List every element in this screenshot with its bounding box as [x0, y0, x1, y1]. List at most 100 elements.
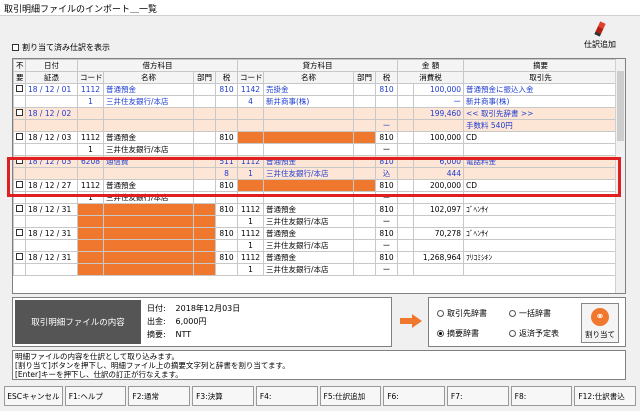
function-key-4[interactable]: F4:	[255, 386, 318, 406]
show-assigned-checkbox[interactable]	[12, 44, 19, 51]
credit-name-cell[interactable]	[263, 143, 354, 156]
credit-code-cell[interactable]: 1	[237, 263, 264, 276]
debit-tax-cell[interactable]	[215, 119, 238, 132]
function-key-1[interactable]: F1:ヘルプ	[64, 386, 127, 406]
tax-flag-cell[interactable]	[397, 251, 414, 264]
radio-repay-schedule[interactable]: 返済予定表	[509, 328, 559, 339]
debit-tax-cell[interactable]: 810	[215, 227, 238, 240]
row-checkbox-cell[interactable]	[13, 131, 26, 144]
credit-code-cell[interactable]	[237, 119, 264, 132]
date-cell[interactable]	[25, 215, 78, 228]
row-checkbox-cell[interactable]	[13, 83, 26, 96]
tax-flag-cell[interactable]	[397, 203, 414, 216]
debit-code-cell[interactable]	[77, 227, 104, 240]
summary-cell[interactable]	[463, 215, 619, 228]
credit-code-cell[interactable]	[237, 143, 264, 156]
credit-name-cell[interactable]	[263, 119, 354, 132]
row-checkbox[interactable]	[16, 229, 23, 236]
debit-tax-cell[interactable]	[215, 107, 238, 120]
date-cell[interactable]	[25, 95, 78, 108]
summary-cell[interactable]: ﾌﾘｺﾐｼｷﾝ	[463, 251, 619, 264]
debit-name-cell[interactable]	[103, 107, 194, 120]
radio-partner-dot[interactable]	[437, 310, 444, 317]
assign-button[interactable]: ⚭ 割り当て	[581, 303, 619, 343]
debit-dept-cell[interactable]	[193, 131, 216, 144]
radio-bulk-dict[interactable]: 一括辞書	[509, 308, 551, 319]
debit-code-cell[interactable]	[77, 239, 104, 252]
amount-cell[interactable]	[412, 215, 465, 228]
amount-cell[interactable]	[412, 239, 465, 252]
radio-partner-dict[interactable]: 取引先辞書	[437, 308, 487, 319]
credit-tax-cell[interactable]: 810	[375, 203, 398, 216]
radio-bulk-dot[interactable]	[509, 310, 516, 317]
row-checkbox-cell[interactable]	[13, 215, 26, 228]
row-checkbox[interactable]	[16, 205, 23, 212]
debit-code-cell[interactable]	[77, 263, 104, 276]
summary-cell[interactable]	[463, 263, 619, 276]
credit-tax-cell[interactable]: ー	[375, 263, 398, 276]
credit-tax-cell[interactable]: ー	[375, 239, 398, 252]
credit-tax-cell[interactable]: ー	[375, 215, 398, 228]
tax-flag-cell[interactable]	[397, 107, 414, 120]
credit-tax-cell[interactable]	[375, 95, 398, 108]
credit-code-cell[interactable]: 1112	[237, 203, 264, 216]
tax-flag-cell[interactable]	[397, 95, 414, 108]
table-row[interactable]: 1 三井住友銀行/本店 4 新井商事(株) ー新井商事(株)	[13, 95, 619, 108]
row-checkbox-cell[interactable]	[13, 107, 26, 120]
credit-name-cell[interactable]: 三井住友銀行/本店	[263, 263, 354, 276]
radio-repay-dot[interactable]	[509, 330, 516, 337]
debit-code-cell[interactable]	[77, 203, 104, 216]
debit-tax-cell[interactable]: 810	[215, 203, 238, 216]
date-cell[interactable]	[25, 119, 78, 132]
debit-dept-cell[interactable]	[193, 227, 216, 240]
tax-flag-cell[interactable]	[397, 215, 414, 228]
tax-flag-cell[interactable]	[397, 263, 414, 276]
credit-code-cell[interactable]	[237, 131, 264, 144]
debit-name-cell[interactable]	[103, 239, 194, 252]
function-key-2[interactable]: F2:通常	[128, 386, 191, 406]
amount-cell[interactable]	[412, 119, 465, 132]
credit-dept-cell[interactable]	[353, 143, 376, 156]
table-row[interactable]: 18 / 12 / 01 1112 普通預金 810 1142 売掛金 810 100,000…	[13, 83, 619, 96]
credit-dept-cell[interactable]	[353, 119, 376, 132]
credit-code-cell[interactable]: 1112	[237, 251, 264, 264]
credit-dept-cell[interactable]	[353, 251, 376, 264]
row-checkbox[interactable]	[16, 85, 23, 92]
tax-flag-cell[interactable]	[397, 227, 414, 240]
debit-dept-cell[interactable]	[193, 95, 216, 108]
summary-cell[interactable]: ｺﾞﾍﾝｻｲ	[463, 203, 619, 216]
credit-dept-cell[interactable]	[353, 263, 376, 276]
credit-tax-cell[interactable]: ー	[375, 119, 398, 132]
debit-dept-cell[interactable]	[193, 215, 216, 228]
amount-cell[interactable]: 102,097	[412, 203, 465, 216]
credit-dept-cell[interactable]	[353, 83, 376, 96]
summary-cell[interactable]: CD	[463, 131, 619, 144]
function-key-9[interactable]: F12:仕訳書込	[574, 386, 637, 406]
summary-cell[interactable]	[463, 239, 619, 252]
debit-tax-cell[interactable]	[215, 263, 238, 276]
debit-code-cell[interactable]: 1112	[77, 83, 104, 96]
credit-name-cell[interactable]: 三井住友銀行/本店	[263, 215, 354, 228]
debit-dept-cell[interactable]	[193, 203, 216, 216]
summary-cell[interactable]: << 取引先辞書 >>	[463, 107, 619, 120]
debit-dept-cell[interactable]	[193, 107, 216, 120]
credit-tax-cell[interactable]: 810	[375, 227, 398, 240]
debit-tax-cell[interactable]: 810	[215, 131, 238, 144]
date-cell[interactable]: 18 / 12 / 31	[25, 227, 78, 240]
credit-dept-cell[interactable]	[353, 131, 376, 144]
debit-code-cell[interactable]: 1	[77, 95, 104, 108]
credit-tax-cell[interactable]: 810	[375, 251, 398, 264]
function-key-6[interactable]: F6:	[383, 386, 445, 406]
radio-summary-dot[interactable]	[437, 330, 444, 337]
table-row[interactable]: 18 / 12 / 31 810 1112 普通預金 810 1,268,964 ﾌﾘｺﾐｼ…	[13, 251, 619, 264]
summary-cell[interactable]: 新井商事(株)	[463, 95, 619, 108]
debit-code-cell[interactable]	[77, 251, 104, 264]
function-key-3[interactable]: F3:決算	[192, 386, 254, 406]
table-row[interactable]: 18 / 12 / 02 199,460 << 取引先辞書 >>	[13, 107, 619, 120]
tax-flag-cell[interactable]	[397, 239, 414, 252]
row-checkbox-cell[interactable]	[13, 227, 26, 240]
debit-tax-cell[interactable]	[215, 143, 238, 156]
credit-code-cell[interactable]: 1142	[237, 83, 264, 96]
credit-name-cell[interactable]: 普通預金	[263, 251, 354, 264]
row-checkbox[interactable]	[16, 109, 23, 116]
